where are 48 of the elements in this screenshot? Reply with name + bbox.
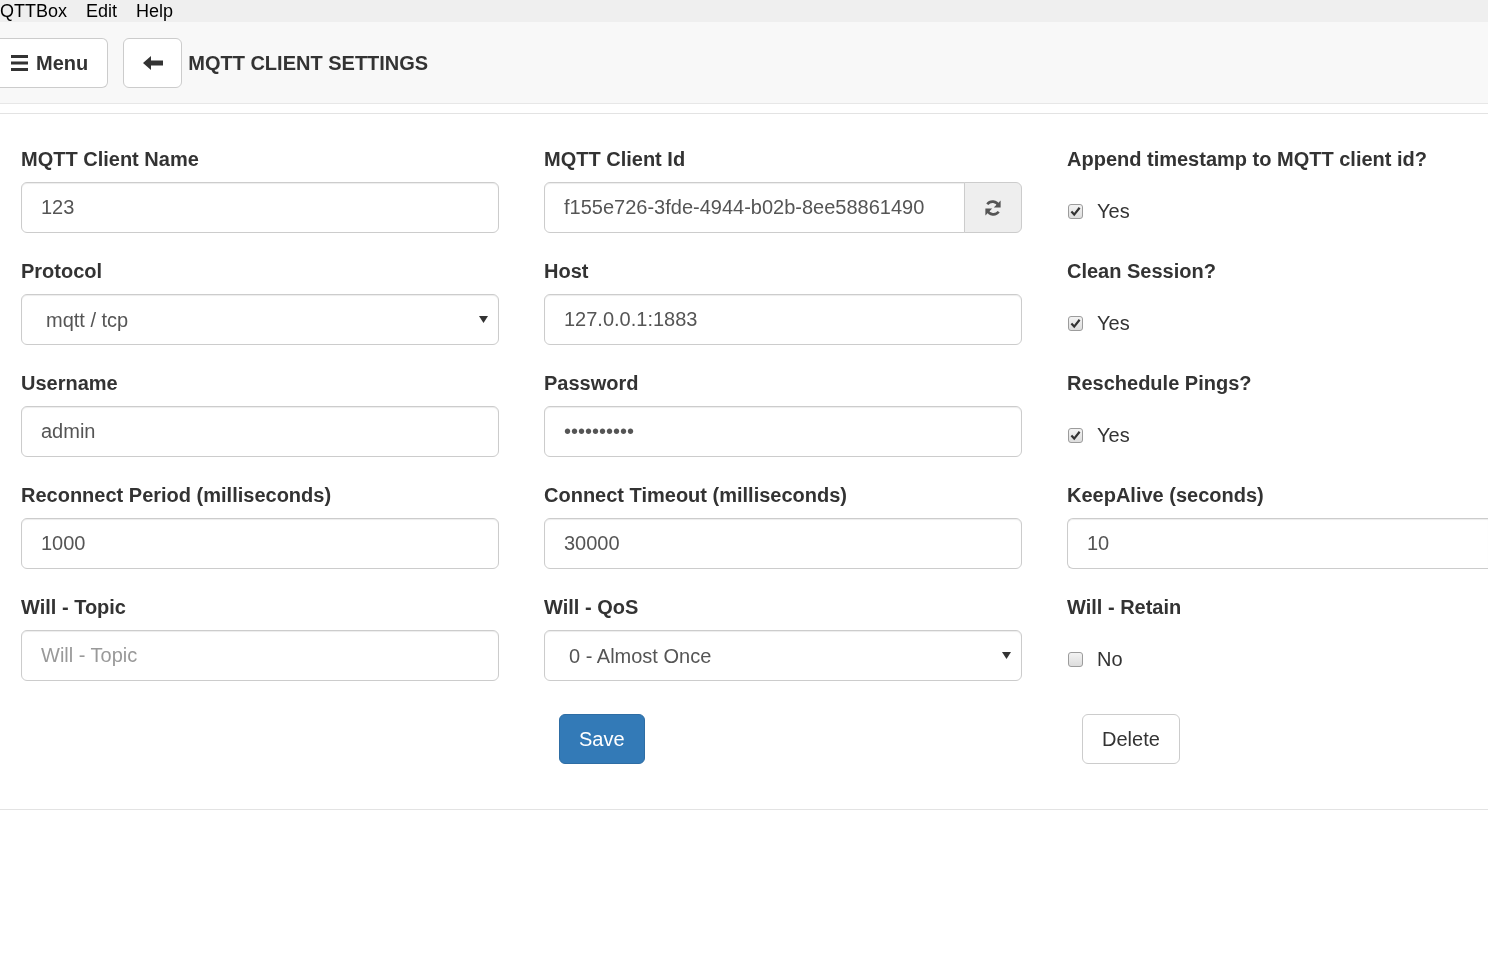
input-field[interactable]: admin <box>21 406 499 457</box>
field-label: Username <box>21 371 119 396</box>
menu-bar-item[interactable]: QTTBox <box>0 0 77 22</box>
field-label: Reschedule Pings? <box>1067 371 1253 396</box>
input-field[interactable]: 1000 <box>21 518 499 569</box>
checkbox-label: Yes <box>1097 311 1130 335</box>
menu-bar-item[interactable]: Help <box>126 0 183 22</box>
field-label: MQTT Client Id <box>544 147 687 172</box>
field-label: Will - Topic <box>21 595 127 620</box>
input-field[interactable]: Will - Topic <box>21 630 499 681</box>
field-label: Connect Timeout (milliseconds) <box>544 483 848 508</box>
field-label: Host <box>544 259 590 284</box>
page-title: MQTT CLIENT SETTINGS <box>188 50 429 76</box>
input-field[interactable]: 10 <box>1067 518 1488 569</box>
field-label: Password <box>544 371 640 396</box>
checkbox[interactable] <box>1068 651 1083 667</box>
refresh-icon <box>983 197 1003 218</box>
dropdown-caret-icon <box>479 316 488 323</box>
input-field[interactable]: 30000 <box>544 518 1022 569</box>
menu-icon <box>11 54 28 71</box>
save-button[interactable]: Save <box>559 714 645 764</box>
field-label: Reconnect Period (milliseconds) <box>21 483 333 508</box>
dropdown-caret-icon <box>1002 652 1011 659</box>
checkbox-label: Yes <box>1097 199 1130 223</box>
menu-bar-item[interactable]: Edit <box>76 0 127 22</box>
refresh-button[interactable] <box>964 182 1022 233</box>
field-label: Protocol <box>21 259 104 284</box>
input-field[interactable]: 123 <box>21 182 499 233</box>
checkbox-label: No <box>1097 647 1123 671</box>
field-label: MQTT Client Name <box>21 147 200 172</box>
checkbox[interactable] <box>1068 427 1083 443</box>
input-field[interactable]: f155e726-3fde-4944-b02b-8ee58861490 <box>544 182 965 233</box>
checkbox[interactable] <box>1068 315 1083 331</box>
checkbox[interactable] <box>1068 203 1083 219</box>
password-field[interactable]: •••••••••• <box>544 406 1022 457</box>
field-label: Append timestamp to MQTT client id? <box>1067 147 1428 172</box>
dropdown-field[interactable]: mqtt / tcp <box>21 294 499 345</box>
dropdown-field[interactable]: 0 - Almost Once <box>544 630 1022 681</box>
checkbox-label: Yes <box>1097 423 1130 447</box>
input-field[interactable]: 127.0.0.1:1883 <box>544 294 1022 345</box>
menu-button[interactable]: Menu <box>0 37 109 88</box>
back-button[interactable] <box>123 37 183 88</box>
field-label: Clean Session? <box>1067 259 1217 284</box>
delete-button[interactable]: Delete <box>1082 714 1180 764</box>
field-label: Will - Retain <box>1067 595 1183 620</box>
left-arrow-icon <box>142 55 163 70</box>
field-label: Will - QoS <box>544 595 640 620</box>
field-label: KeepAlive (seconds) <box>1067 483 1265 508</box>
